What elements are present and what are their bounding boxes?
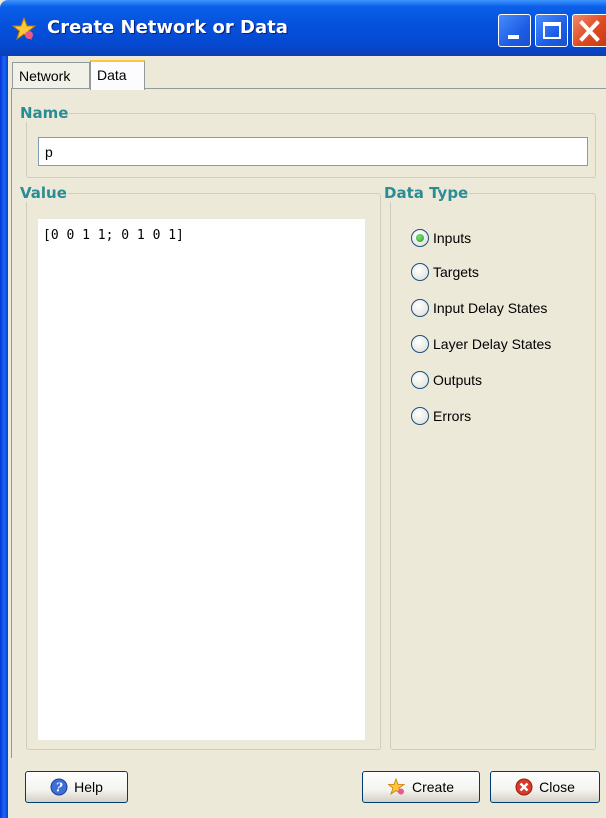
help-label: Help	[74, 779, 103, 795]
name-input[interactable]	[38, 137, 588, 166]
close-button[interactable]: Close	[490, 771, 600, 803]
radio-layer-delay-states[interactable]: Layer Delay States	[411, 333, 551, 355]
radio-label: Input Delay States	[433, 300, 548, 316]
radio-outputs[interactable]: Outputs	[411, 369, 482, 391]
minimize-button[interactable]	[498, 14, 531, 47]
radio-button[interactable]	[411, 335, 429, 353]
close-label: Close	[539, 779, 575, 795]
radio-inputs[interactable]: Inputs	[411, 227, 471, 249]
close-window-button[interactable]	[572, 14, 606, 47]
radio-button[interactable]	[411, 299, 429, 317]
tab-network[interactable]: Network	[12, 62, 90, 88]
radio-label: Inputs	[433, 230, 472, 246]
svg-text:?: ?	[56, 781, 64, 795]
star-icon	[12, 17, 36, 41]
maximize-button[interactable]	[535, 14, 568, 47]
radio-button-checked[interactable]	[411, 229, 429, 247]
data-type-legend: Data Type	[384, 184, 469, 202]
radio-input-delay-states[interactable]: Input Delay States	[411, 297, 547, 319]
window-title: Create Network or Data	[47, 17, 288, 38]
window-frame-left	[0, 56, 8, 818]
name-legend: Name	[20, 104, 69, 122]
radio-label: Outputs	[433, 372, 483, 388]
value-legend: Value	[20, 184, 67, 202]
star-icon	[387, 778, 406, 796]
radio-button[interactable]	[411, 371, 429, 389]
radio-errors[interactable]: Errors	[411, 405, 471, 427]
tab-strip: Network Data	[8, 56, 606, 90]
maximize-icon	[543, 22, 561, 39]
create-button[interactable]: Create	[362, 771, 480, 803]
value-textarea[interactable]: [0 0 1 1; 0 1 0 1]	[38, 219, 365, 740]
close-x-icon	[579, 20, 600, 42]
close-icon	[515, 778, 533, 796]
help-button[interactable]: ? Help	[25, 771, 128, 803]
minimize-icon	[508, 35, 519, 39]
tab-data[interactable]: Data	[90, 60, 145, 90]
create-label: Create	[411, 779, 455, 795]
title-bar[interactable]: Create Network or Data	[0, 0, 606, 56]
radio-targets[interactable]: Targets	[411, 261, 479, 283]
radio-label: Errors	[433, 408, 472, 424]
radio-button[interactable]	[411, 407, 429, 425]
radio-button[interactable]	[411, 263, 429, 281]
help-icon: ?	[50, 778, 68, 796]
radio-label: Targets	[433, 264, 479, 280]
radio-label: Layer Delay States	[433, 336, 552, 352]
